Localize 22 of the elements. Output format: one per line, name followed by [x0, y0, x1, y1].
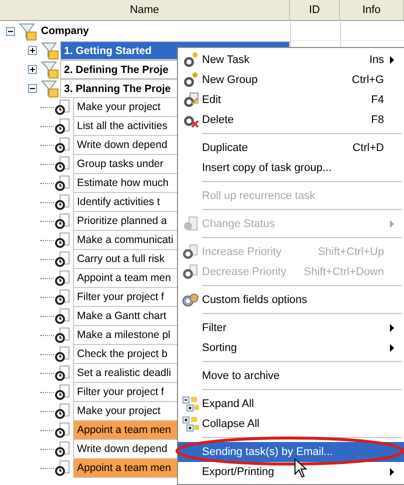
menu-item-label: Filter	[202, 322, 226, 334]
menu-item-label: Duplicate	[202, 142, 248, 154]
menu-item-label: Move to archive	[202, 370, 280, 382]
menu-item-label: Collapse All	[202, 418, 260, 430]
shortcut-label: Ctrl+G	[352, 74, 384, 86]
menu-item-label: Custom fields options	[202, 294, 308, 306]
shortcut-label: Ctrl+D	[352, 142, 384, 154]
shortcut-label: Shift+Ctrl+Up	[318, 246, 384, 258]
menu-item-label: Change Status	[202, 218, 275, 230]
menu-item-label: Delete	[202, 114, 234, 126]
shortcut-label: Shift+Ctrl+Down	[304, 266, 384, 278]
menu-item-label: Decrease Priority	[202, 266, 286, 278]
menu-item-label: Increase Priority	[202, 246, 282, 258]
menu-item-label: Roll up recurrence task	[202, 190, 316, 202]
shortcut-label: F4	[371, 94, 384, 106]
menu-item-label: Expand All	[202, 398, 254, 410]
menu-item-label: Sorting	[202, 342, 237, 354]
shortcut-label: F8	[371, 114, 384, 126]
shortcut-label: Ins	[369, 54, 384, 66]
menu-item-label: Export/Printing	[202, 466, 274, 478]
menu-item-label: Insert copy of task group...	[202, 162, 332, 174]
menu-item-label: Sending task(s) by Email...	[202, 446, 333, 458]
